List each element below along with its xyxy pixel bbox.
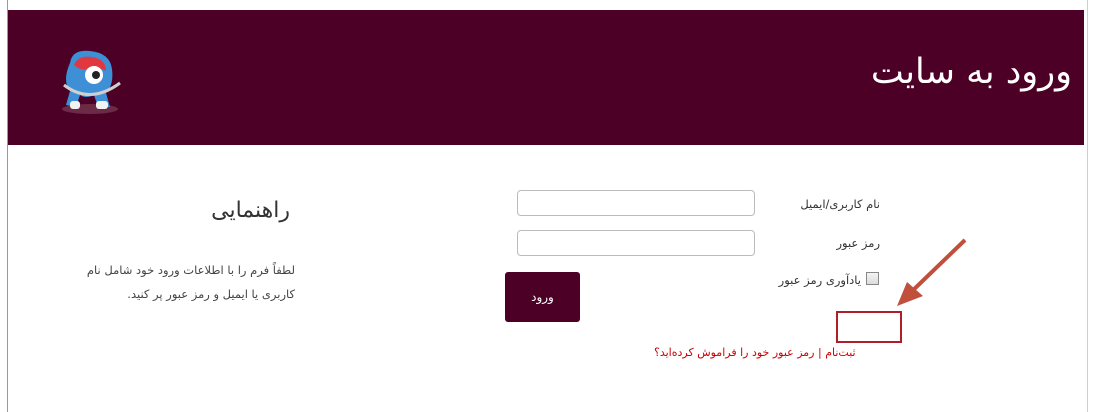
page-header: ورود به سایت [8,10,1084,145]
remember-checkbox[interactable] [866,272,879,285]
username-label: نام کاربری/ایمیل [800,197,880,211]
guide-title: راهنمایی [211,198,290,223]
login-button[interactable]: ورود [505,272,580,322]
password-label: رمز عبور [836,236,880,250]
guide-text: لطفاً فرم را با اطلاعات ورود خود شامل نا… [86,263,295,301]
page-title: ورود به سایت [870,52,1072,92]
annotation-highlight-box [836,311,902,343]
password-input[interactable] [517,230,755,256]
account-links: ثبت‌نام | رمز عبور خود را فراموش کرده‌ای… [654,346,856,359]
window-left-border [0,0,8,412]
register-link[interactable]: ثبت‌نام [825,346,855,359]
username-input[interactable] [517,190,755,216]
links-separator: | [817,346,822,359]
forgot-password-link[interactable]: رمز عبور خود را فراموش کرده‌اید؟ [654,346,814,359]
arrow-icon [897,238,967,306]
window-right-border [1087,0,1093,412]
site-logo-icon [62,50,121,114]
remember-label: یادآوری رمز عبور [778,273,861,287]
